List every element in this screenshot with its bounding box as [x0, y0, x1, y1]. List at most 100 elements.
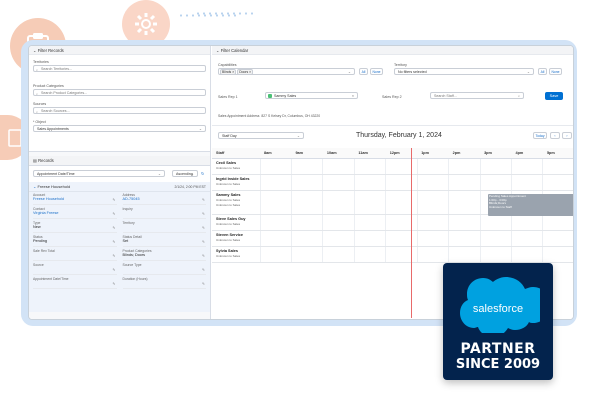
time-slot[interactable]	[385, 246, 418, 263]
record-field-value[interactable]: Virginia Freese	[33, 211, 117, 215]
time-slot[interactable]	[417, 214, 450, 231]
close-icon[interactable]: ×	[352, 93, 354, 99]
sales-rep-1-lookup[interactable]: Sammy Sales ×	[265, 92, 358, 99]
sources-search-input[interactable]: ⌕ Search Sources...	[33, 107, 206, 114]
time-slot[interactable]	[260, 174, 292, 191]
edit-pencil-icon[interactable]: ✎	[112, 226, 115, 230]
time-slot[interactable]	[385, 190, 418, 215]
edit-pencil-icon[interactable]: ✎	[202, 212, 205, 216]
time-slot[interactable]	[354, 158, 387, 175]
time-slot[interactable]	[448, 246, 481, 263]
today-button[interactable]: Today	[533, 132, 547, 139]
edit-pencil-icon[interactable]: ✎	[112, 198, 115, 202]
time-slot[interactable]	[417, 174, 450, 191]
capabilities-all-button[interactable]: All	[359, 68, 368, 75]
time-slot[interactable]	[322, 246, 355, 263]
edit-pencil-icon[interactable]: ✎	[202, 268, 205, 272]
time-slot[interactable]	[480, 246, 513, 263]
close-icon[interactable]: ×	[248, 70, 251, 74]
time-slot[interactable]	[291, 190, 324, 215]
territory-select[interactable]: No filters selected ⌄	[394, 68, 534, 75]
edit-pencil-icon[interactable]: ✎	[112, 240, 115, 244]
capability-tag[interactable]: Blinds ×	[220, 69, 237, 75]
view-select[interactable]: Staff Day ⌄	[218, 132, 304, 139]
time-slot[interactable]	[322, 190, 355, 215]
time-slot[interactable]	[417, 246, 450, 263]
time-slot[interactable]	[417, 190, 450, 215]
edit-pencil-icon[interactable]: ✎	[202, 282, 205, 286]
time-slot[interactable]	[480, 214, 513, 231]
capabilities-multiselect[interactable]: Blinds × Doors × ⌄	[218, 68, 355, 75]
edit-pencil-icon[interactable]: ✎	[112, 212, 115, 216]
edit-pencil-icon[interactable]: ✎	[112, 268, 115, 272]
time-slot[interactable]	[480, 174, 513, 191]
record-field-value[interactable]: AD-75045	[123, 197, 207, 201]
time-slot[interactable]	[322, 230, 355, 247]
time-slot[interactable]	[542, 214, 573, 231]
time-slot[interactable]	[322, 158, 355, 175]
territory-none-button[interactable]: None	[549, 68, 562, 75]
close-icon[interactable]: ×	[231, 70, 234, 74]
record-field-value[interactable]: Freese Household	[33, 197, 117, 201]
sort-order-select[interactable]: Ascending ⌄	[172, 170, 198, 177]
time-slot[interactable]	[448, 174, 481, 191]
edit-pencil-icon[interactable]: ✎	[202, 254, 205, 258]
filter-records-header[interactable]: ⌄ Filter Records	[29, 46, 210, 55]
object-select[interactable]: Sales Appointments ⌄	[33, 125, 206, 132]
time-slot[interactable]	[542, 158, 573, 175]
time-slot[interactable]	[385, 230, 418, 247]
edit-pencil-icon[interactable]: ✎	[202, 198, 205, 202]
time-slot[interactable]	[260, 158, 292, 175]
filter-calendar-header[interactable]: ⌄ Filter Calendar	[212, 46, 573, 55]
edit-pencil-icon[interactable]: ✎	[112, 282, 115, 286]
product-categories-search-input[interactable]: ⌕ Search Product Categories...	[33, 89, 206, 96]
records-header[interactable]: ▤ Records	[29, 156, 210, 166]
time-slot[interactable]	[448, 230, 481, 247]
time-slot[interactable]	[322, 214, 355, 231]
time-slot[interactable]	[260, 190, 292, 215]
time-slot[interactable]	[511, 246, 544, 263]
sort-field-select[interactable]: Appointment Date/Time ⌄	[33, 170, 165, 177]
time-slot[interactable]	[542, 246, 573, 263]
appointment-block[interactable]: Pending Sales Appointment 1:00p - 3:00p Bl…	[488, 194, 573, 216]
time-slot[interactable]	[511, 230, 544, 247]
time-slot[interactable]	[322, 174, 355, 191]
time-slot[interactable]	[511, 158, 544, 175]
time-slot[interactable]	[260, 214, 292, 231]
time-slot[interactable]	[291, 174, 324, 191]
time-slot[interactable]	[291, 214, 324, 231]
record-card[interactable]: ⌄ Freese Household 2/1/24, 2:00 PM EST A…	[29, 182, 210, 312]
territory-all-button[interactable]: All	[538, 68, 547, 75]
save-button[interactable]: Save	[545, 92, 563, 100]
edit-pencil-icon[interactable]: ✎	[202, 226, 205, 230]
time-slot[interactable]	[385, 214, 418, 231]
time-slot[interactable]	[480, 158, 513, 175]
capability-tag[interactable]: Doors ×	[237, 69, 254, 75]
time-slot[interactable]	[260, 230, 292, 247]
time-slot[interactable]	[385, 158, 418, 175]
edit-pencil-icon[interactable]: ✎	[112, 254, 115, 258]
sales-rep-2-search-input[interactable]: Search Staff... ⌕	[430, 92, 524, 99]
time-slot[interactable]	[542, 230, 573, 247]
time-slot[interactable]	[354, 246, 387, 263]
time-slot[interactable]	[417, 230, 450, 247]
time-slot[interactable]	[260, 246, 292, 263]
next-day-button[interactable]: ›	[562, 132, 572, 139]
time-slot[interactable]	[385, 174, 418, 191]
refresh-icon[interactable]: ↻	[201, 171, 204, 176]
capabilities-none-button[interactable]: None	[370, 68, 383, 75]
time-slot[interactable]	[448, 158, 481, 175]
time-slot[interactable]	[291, 230, 324, 247]
time-slot[interactable]	[354, 174, 387, 191]
prev-day-button[interactable]: ‹	[550, 132, 560, 139]
time-slot[interactable]	[354, 230, 387, 247]
time-slot[interactable]	[354, 214, 387, 231]
time-slot[interactable]	[542, 174, 573, 191]
time-slot[interactable]	[511, 174, 544, 191]
time-slot[interactable]	[480, 230, 513, 247]
time-slot[interactable]	[448, 190, 481, 215]
edit-pencil-icon[interactable]: ✎	[202, 240, 205, 244]
time-slot[interactable]	[291, 158, 324, 175]
time-slot[interactable]	[448, 214, 481, 231]
time-slot[interactable]	[511, 214, 544, 231]
